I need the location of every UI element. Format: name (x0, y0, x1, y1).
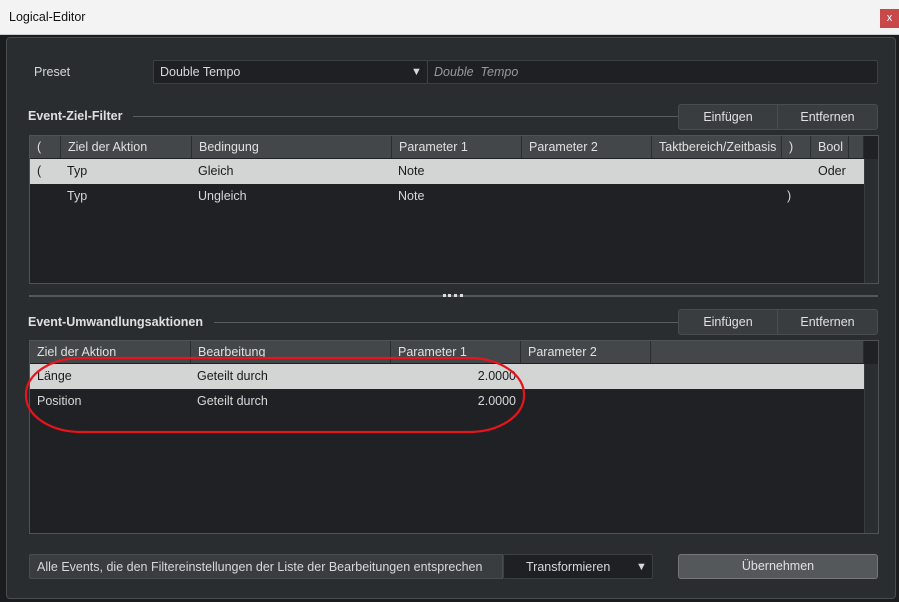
column-header[interactable]: Parameter 2 (522, 136, 652, 158)
apply-button[interactable]: Übernehmen (678, 554, 878, 579)
cell: Typ (67, 189, 88, 203)
column-header[interactable]: Ziel der Aktion (61, 136, 192, 158)
actions-insert-button[interactable]: Einfügen (678, 309, 778, 335)
close-button[interactable]: x (880, 9, 899, 28)
column-header-filler (849, 136, 864, 158)
actions-remove-button[interactable]: Entfernen (777, 309, 878, 335)
cell: ( (37, 164, 42, 178)
mode-dropdown[interactable]: Transformieren ▼ (503, 554, 653, 579)
preset-name-value: Double Tempo (434, 65, 519, 79)
window-title: Logical-Editor (9, 10, 86, 24)
column-header[interactable]: ( (30, 136, 61, 158)
column-header[interactable]: Bedingung (192, 136, 392, 158)
mode-value: Transformieren (526, 560, 611, 574)
filter-section-title: Event-Ziel-Filter (28, 109, 123, 123)
red-annotation-outline (24, 356, 526, 434)
table-row[interactable]: ( Typ Gleich Note Oder (30, 159, 864, 184)
column-header[interactable]: ) (782, 136, 811, 158)
footer-description: Alle Events, die den Filtereinstellungen… (29, 554, 503, 579)
preset-label: Preset (34, 65, 71, 79)
cell: Note (398, 164, 425, 178)
chevron-down-icon: ▼ (411, 66, 422, 78)
divider (133, 116, 678, 117)
column-header[interactable]: Bool (811, 136, 849, 158)
filter-insert-button[interactable]: Einfügen (678, 104, 778, 130)
scrollbar[interactable] (864, 159, 878, 283)
chevron-down-icon: ▼ (636, 561, 647, 573)
preset-dropdown[interactable]: Double Tempo ▼ (153, 60, 428, 84)
footer-description-text: Alle Events, die den Filtereinstellungen… (37, 560, 483, 574)
preset-value: Double Tempo (160, 65, 241, 79)
cell: Oder (818, 164, 846, 178)
column-header[interactable]: Taktbereich/Zeitbasis (652, 136, 782, 158)
filter-remove-button[interactable]: Entfernen (777, 104, 878, 130)
preset-name-input[interactable]: Double Tempo (427, 60, 878, 84)
filter-table: ( Ziel der Aktion Bedingung Parameter 1 … (29, 135, 879, 284)
column-header[interactable]: Parameter 2 (521, 341, 651, 363)
scrollbar[interactable] (864, 364, 878, 533)
divider (214, 322, 678, 323)
cell: Gleich (198, 164, 234, 178)
cell: Ungleich (198, 189, 247, 203)
title-bar: Logical-Editor (0, 0, 899, 35)
table-row[interactable]: Typ Ungleich Note ) (30, 184, 864, 209)
splitter-handle-icon[interactable] (443, 294, 463, 297)
cell: ) (787, 189, 792, 203)
actions-section-title: Event-Umwandlungsaktionen (28, 315, 204, 329)
cell: Note (398, 189, 425, 203)
column-header[interactable]: Parameter 1 (392, 136, 522, 158)
column-header-filler (651, 341, 864, 363)
cell: Typ (67, 164, 88, 178)
